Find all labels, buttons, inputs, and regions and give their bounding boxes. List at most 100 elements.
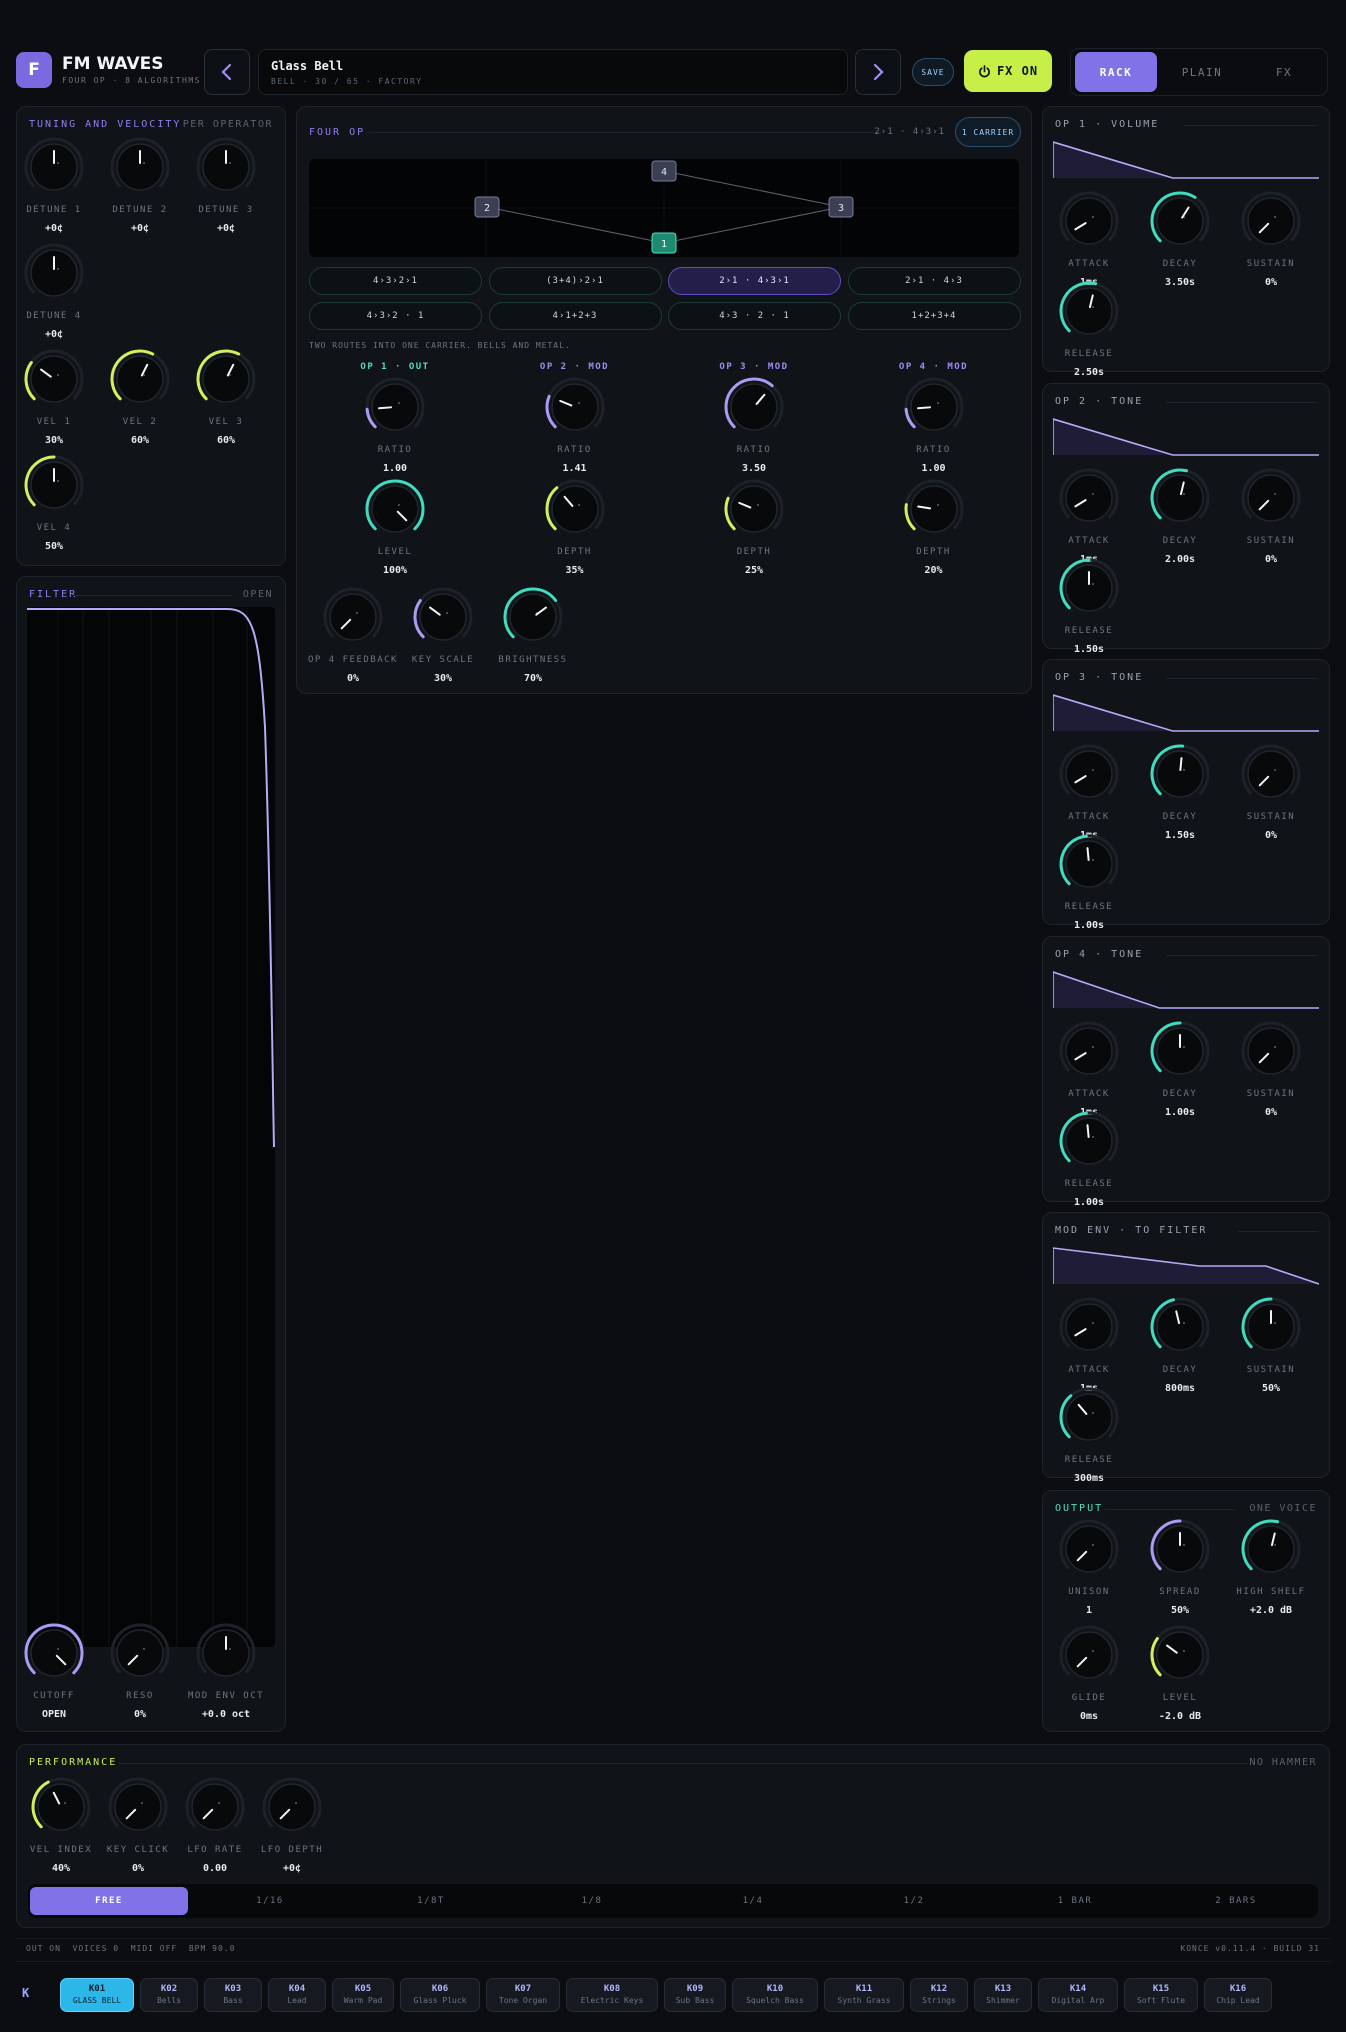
mod-env-oct-knob[interactable]: MOD ENV OCT +0.0 oct [176,1621,276,1733]
preset-key-k04[interactable]: K04 Lead [268,1978,326,2012]
depth-dial[interactable] [902,477,966,541]
vel-3-knob[interactable]: VEL 3 60% [176,347,276,459]
sustain-knob[interactable]: SUSTAIN 50% [1221,1295,1321,1407]
algorithm-button-5[interactable]: 4›3›2 · 1 [309,302,482,330]
prev-preset-button[interactable] [204,49,250,95]
algorithm-button-4[interactable]: 2›1 · 4›3 [847,267,1021,295]
preset-key-k16[interactable]: K16 Chip Lead [1204,1978,1272,2012]
brightness-knob[interactable]: BRIGHTNESS 70% [483,585,583,697]
release-knob[interactable]: RELEASE 300ms [1039,1385,1139,1497]
node-3[interactable]: 3 [828,196,854,218]
preset-key-k14[interactable]: K14 Digital Arp [1038,1978,1118,2012]
sync-option-free[interactable]: FREE [30,1887,188,1915]
depth-knob[interactable]: DEPTH 25% [704,477,804,589]
next-preset-button[interactable] [855,49,901,95]
level-dial[interactable] [363,477,427,541]
high-shelf-knob[interactable]: HIGH SHELF +2.0 dB [1221,1517,1321,1629]
glide-dial[interactable] [1057,1623,1121,1687]
cutoff-dial[interactable] [22,1621,86,1685]
detune-1-dial[interactable] [22,135,86,199]
cutoff-knob[interactable]: CUTOFF OPEN [4,1621,104,1733]
sustain-dial[interactable] [1239,1019,1303,1083]
algorithm-button-7[interactable]: 4›3 · 2 · 1 [668,302,841,330]
spread-dial[interactable] [1148,1517,1212,1581]
sync-option-1-8[interactable]: 1/8 [513,1887,671,1915]
depth-knob[interactable]: DEPTH 35% [525,477,625,589]
decay-knob[interactable]: DECAY 1.50s [1130,742,1230,854]
sync-option-1-16[interactable]: 1/16 [191,1887,349,1915]
preset-key-k10[interactable]: K10 Squelch Bass [732,1978,818,2012]
key-scale-dial[interactable] [411,585,475,649]
preset-key-k06[interactable]: K06 Glass Pluck [400,1978,480,2012]
decay-dial[interactable] [1148,1019,1212,1083]
detune-3-knob[interactable]: DETUNE 3 +0¢ [176,135,276,247]
ratio-knob[interactable]: RATIO 1.00 [884,375,984,487]
tab-plain[interactable]: PLAIN [1161,52,1243,92]
vel-index-dial[interactable] [29,1775,93,1839]
ratio-dial[interactable] [363,375,427,439]
sync-option-1-bar[interactable]: 1 BAR [996,1887,1154,1915]
node-2[interactable]: 2 [474,196,500,218]
release-dial[interactable] [1057,1385,1121,1449]
glide-knob[interactable]: GLIDE 0ms [1039,1623,1139,1735]
release-dial[interactable] [1057,832,1121,896]
unison-knob[interactable]: UNISON 1 [1039,1517,1139,1629]
detune-4-dial[interactable] [22,241,86,305]
algorithm-button-8[interactable]: 1+2+3+4 [847,302,1021,330]
algorithm-button-3[interactable]: 2›1 · 4›3›1 [668,267,841,295]
tab-fx[interactable]: FX [1243,52,1325,92]
preset-key-k12[interactable]: K12 Strings [910,1978,968,2012]
release-knob[interactable]: RELEASE 1.00s [1039,1109,1139,1221]
vel-1-knob[interactable]: VEL 1 30% [4,347,104,459]
sustain-dial[interactable] [1239,189,1303,253]
op-4-feedback-dial[interactable] [321,585,385,649]
mod-env-oct-dial[interactable] [194,1621,258,1685]
attack-dial[interactable] [1057,466,1121,530]
attack-dial[interactable] [1057,1019,1121,1083]
detune-2-knob[interactable]: DETUNE 2 +0¢ [90,135,190,247]
vel-4-dial[interactable] [22,453,86,517]
preset-key-k08[interactable]: K08 Electric Keys [566,1978,658,2012]
vel-2-knob[interactable]: VEL 2 60% [90,347,190,459]
vel-1-dial[interactable] [22,347,86,411]
release-dial[interactable] [1057,279,1121,343]
level-dial[interactable] [1148,1623,1212,1687]
sync-option-1-4[interactable]: 1/4 [674,1887,832,1915]
sustain-dial[interactable] [1239,466,1303,530]
depth-dial[interactable] [722,477,786,541]
op-4-feedback-knob[interactable]: OP 4 FEEDBACK 0% [303,585,403,697]
depth-knob[interactable]: DEPTH 20% [884,477,984,589]
attack-dial[interactable] [1057,189,1121,253]
preset-key-k01[interactable]: K01 GLASS BELL [60,1978,134,2012]
sustain-dial[interactable] [1239,1295,1303,1359]
level-knob[interactable]: LEVEL 100% [345,477,445,589]
lfo-depth-knob[interactable]: LFO DEPTH +0¢ [242,1775,342,1887]
spread-knob[interactable]: SPREAD 50% [1130,1517,1230,1629]
preset-key-k15[interactable]: K15 Soft Flute [1124,1978,1198,2012]
fx-toggle-button[interactable]: FX ON [964,50,1052,92]
ratio-dial[interactable] [902,375,966,439]
attack-dial[interactable] [1057,1295,1121,1359]
attack-dial[interactable] [1057,742,1121,806]
node-1-carrier[interactable]: 1 [651,232,677,254]
algorithm-button-1[interactable]: 4›3›2›1 [309,267,482,295]
sustain-knob[interactable]: SUSTAIN 0% [1221,742,1321,854]
sync-option-1-2[interactable]: 1/2 [835,1887,993,1915]
decay-dial[interactable] [1148,466,1212,530]
tab-rack[interactable]: RACK [1075,52,1157,92]
release-knob[interactable]: RELEASE 1.50s [1039,556,1139,668]
key-click-dial[interactable] [106,1775,170,1839]
sustain-knob[interactable]: SUSTAIN 0% [1221,466,1321,578]
detune-4-knob[interactable]: DETUNE 4 +0¢ [4,241,104,353]
lfo-rate-dial[interactable] [183,1775,247,1839]
decay-knob[interactable]: DECAY 1.00s [1130,1019,1230,1131]
unison-dial[interactable] [1057,1517,1121,1581]
depth-dial[interactable] [543,477,607,541]
algorithm-button-2[interactable]: (3+4)›2›1 [488,267,662,295]
ratio-knob[interactable]: RATIO 3.50 [704,375,804,487]
detune-2-dial[interactable] [108,135,172,199]
ratio-knob[interactable]: RATIO 1.41 [525,375,625,487]
level-knob[interactable]: LEVEL -2.0 dB [1130,1623,1230,1735]
vel-4-knob[interactable]: VEL 4 50% [4,453,104,565]
release-dial[interactable] [1057,1109,1121,1173]
